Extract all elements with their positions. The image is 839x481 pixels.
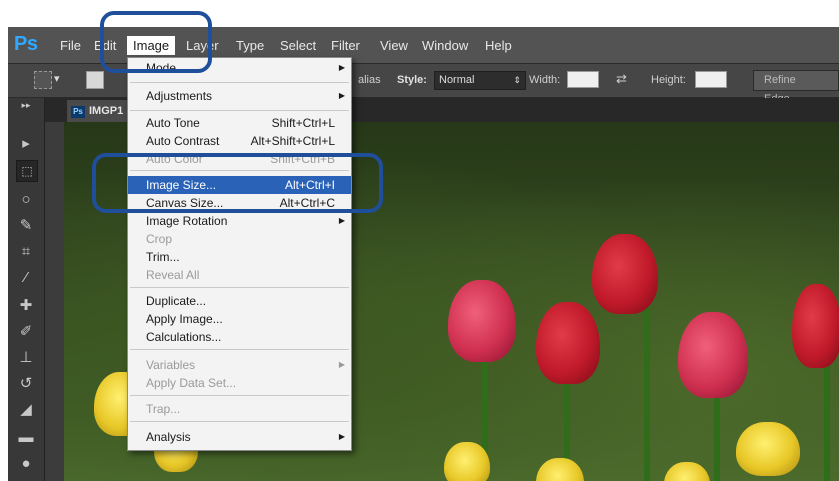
- menu-divider: [130, 287, 349, 288]
- submenu-arrow-icon: ▶: [338, 91, 345, 100]
- history-brush-tool-icon[interactable]: ↺: [16, 374, 36, 394]
- new-selection-icon[interactable]: [86, 71, 104, 89]
- menu-item-auto-tone[interactable]: Auto Tone Shift+Ctrl+L: [128, 114, 351, 132]
- menu-item-apply-image[interactable]: Apply Image...: [128, 310, 351, 328]
- menu-item-reveal-all[interactable]: Reveal All: [128, 266, 351, 284]
- menu-divider: [130, 395, 349, 396]
- eyedropper-tool-icon[interactable]: ⁄: [16, 268, 36, 288]
- tulip-flower: [536, 458, 584, 481]
- tulip-flower: [736, 422, 800, 476]
- photoshop-logo: Ps: [14, 33, 38, 55]
- menu-item-adjustments[interactable]: Adjustments ▶: [128, 87, 351, 105]
- gradient-tool-icon[interactable]: ▬: [16, 428, 36, 448]
- document-title: IMGP1: [89, 105, 124, 117]
- menu-item-variables[interactable]: Variables ▶: [128, 356, 351, 374]
- document-tab[interactable]: Ps IMGP1: [67, 100, 132, 122]
- submenu-arrow-icon: ▶: [338, 63, 345, 72]
- style-select[interactable]: Normal ⇕: [434, 71, 526, 90]
- tools-panel: ▸▸ ▸ ⬚ ○ ✎ ⌗ ⁄ ✚ ✐ ⊥ ↺ ◢ ▬ ●: [8, 98, 45, 481]
- menu-item-calculations[interactable]: Calculations...: [128, 328, 351, 346]
- clone-stamp-tool-icon[interactable]: ⊥: [16, 348, 36, 368]
- menu-item-image-rotation[interactable]: Image Rotation ▶: [128, 212, 351, 230]
- lasso-tool-icon[interactable]: ○: [16, 190, 36, 210]
- submenu-arrow-icon: ▶: [338, 432, 345, 441]
- blur-tool-icon[interactable]: ●: [16, 454, 36, 474]
- menu-item-crop[interactable]: Crop: [128, 230, 351, 248]
- menu-divider: [130, 421, 349, 422]
- menu-item-analysis[interactable]: Analysis ▶: [128, 428, 351, 446]
- submenu-arrow-icon: ▶: [338, 360, 345, 369]
- refine-edge-button[interactable]: Refine Edge...: [753, 70, 839, 105]
- style-value: Normal: [439, 74, 475, 86]
- image-menu-callout: [100, 11, 212, 73]
- menu-type[interactable]: Type: [236, 38, 264, 53]
- tulip-flower: [448, 280, 516, 362]
- swap-icon[interactable]: ⇄: [616, 71, 627, 87]
- menu-divider: [130, 82, 349, 83]
- stepper-icon: ⇕: [513, 75, 521, 85]
- menu-item-duplicate[interactable]: Duplicate...: [128, 292, 351, 310]
- brush-tool-icon[interactable]: ✐: [16, 322, 36, 342]
- height-label: Height:: [651, 74, 686, 86]
- chevron-down-icon[interactable]: ▾: [54, 72, 60, 85]
- menu-window[interactable]: Window: [422, 38, 468, 53]
- width-label: Width:: [529, 74, 561, 86]
- menu-item-auto-contrast[interactable]: Auto Contrast Alt+Shift+Ctrl+L: [128, 132, 351, 150]
- tulip-flower: [536, 302, 600, 384]
- menu-item-trap[interactable]: Trap...: [128, 400, 351, 418]
- quick-select-tool-icon[interactable]: ✎: [16, 216, 36, 236]
- menu-select[interactable]: Select: [280, 38, 316, 53]
- tulip-flower: [592, 234, 658, 314]
- tulip-flower: [792, 284, 839, 368]
- anti-alias-label: alias: [358, 74, 381, 86]
- menu-filter[interactable]: Filter: [331, 38, 360, 53]
- height-field[interactable]: [695, 71, 727, 88]
- crop-tool-icon[interactable]: ⌗: [16, 242, 36, 262]
- tulip-stem: [644, 302, 650, 481]
- marquee-preset-icon[interactable]: [34, 71, 52, 89]
- menu-item-apply-data-set[interactable]: Apply Data Set...: [128, 374, 351, 392]
- tulip-flower: [444, 442, 490, 481]
- tulip-flower: [664, 462, 710, 481]
- move-tool-icon[interactable]: ▸: [16, 134, 36, 154]
- tulip-stem: [824, 352, 830, 481]
- marquee-tool-icon[interactable]: ⬚: [16, 160, 38, 182]
- ps-file-icon: Ps: [71, 106, 85, 118]
- menu-view[interactable]: View: [380, 38, 408, 53]
- submenu-arrow-icon: ▶: [338, 216, 345, 225]
- menu-item-trim[interactable]: Trim...: [128, 248, 351, 266]
- width-field[interactable]: [567, 71, 599, 88]
- eraser-tool-icon[interactable]: ◢: [16, 400, 36, 420]
- menu-help[interactable]: Help: [485, 38, 512, 53]
- healing-brush-tool-icon[interactable]: ✚: [16, 296, 36, 316]
- collapse-icon[interactable]: ▸▸: [16, 100, 36, 110]
- tulip-flower: [678, 312, 748, 398]
- menu-divider: [130, 110, 349, 111]
- menu-file[interactable]: File: [60, 38, 81, 53]
- image-menu-dropdown: Mode ▶ Adjustments ▶ Auto Tone Shift+Ctr…: [127, 57, 352, 451]
- menu-divider: [130, 349, 349, 350]
- style-label: Style:: [397, 74, 427, 86]
- image-size-callout: [92, 153, 383, 213]
